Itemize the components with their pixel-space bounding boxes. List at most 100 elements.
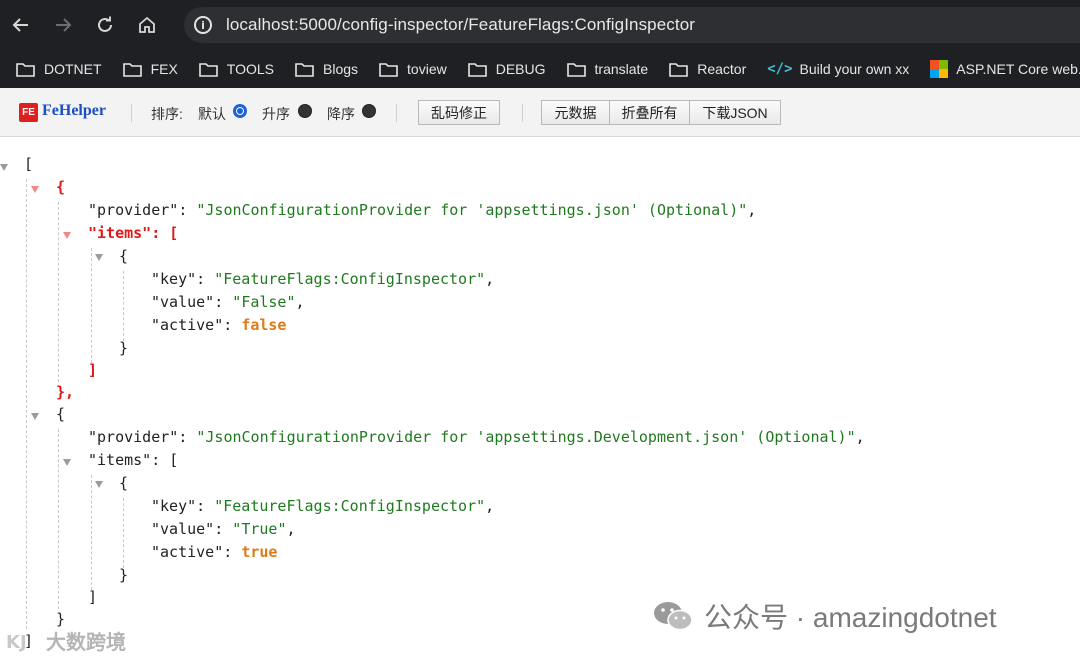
provider-value: JsonConfigurationProvider for 'appsettin… [205,201,739,219]
key-value: FeatureFlags:ConfigInspector [223,270,477,288]
json-viewer: [ { "provider": "JsonConfigurationProvid… [0,137,1080,660]
raw-data-button[interactable]: 元数据 [541,100,610,125]
toolbar-divider [522,104,523,122]
bookmark-debug[interactable]: DEBUG [467,61,546,77]
bookmark-label: Build your own xx [799,61,910,77]
json-line: ] [88,361,98,379]
folder-icon [467,62,487,77]
svg-text:KJ: KJ [6,632,27,653]
json-line: "key": "FeatureFlags:ConfigInspector", [151,497,495,515]
reload-button[interactable] [84,0,126,50]
microsoft-icon [930,60,949,78]
fehelper-toolbar: FE FeHelper 排序: 默认 升序 降序 乱码修正 元数据 折叠所有 下… [0,88,1080,137]
bookmark-label: translate [594,61,649,77]
json-line: "items": [ [88,224,179,242]
info-icon[interactable]: i [194,16,212,34]
json-line: "items": [ [88,451,179,469]
watermark-channel-text: 公众号 · amazingdotnet [704,602,997,633]
collapse-toggle-items-2[interactable] [63,459,71,466]
bookmark-blogs[interactable]: Blogs [295,61,358,77]
source-logo-icon: KJ [6,632,27,653]
fix-encoding-button[interactable]: 乱码修正 [418,100,500,125]
bookmark-reactor[interactable]: Reactor [669,61,746,77]
bookmark-label: Reactor [697,61,747,77]
indent-guide [123,271,124,341]
value-value: True [241,520,278,538]
sort-asc-label: 升序 [262,106,290,122]
bookmark-label: toview [407,61,447,77]
json-bracket: [ [24,155,34,173]
folder-icon [566,62,586,77]
bookmark-tools[interactable]: TOOLS [198,61,274,77]
json-line: "provider": "JsonConfigurationProvider f… [88,201,757,219]
back-button[interactable] [0,0,42,50]
toolbar-divider [396,104,397,122]
indent-guide [26,179,27,629]
key-value: FeatureFlags:ConfigInspector [223,497,477,515]
sort-label: 排序: [151,106,183,122]
watermark-channel: 公众号 · amazingdotnet [652,596,997,636]
json-line: "provider": "JsonConfigurationProvider f… [88,428,865,446]
toolbar-divider [131,104,132,122]
watermark-source-text: 大数跨境 [46,632,126,654]
folder-icon [669,62,689,77]
folder-icon [122,62,142,77]
home-icon [139,16,155,33]
arrow-left-icon [12,18,28,32]
sort-desc-label: 降序 [327,106,355,122]
json-line: [ [24,153,33,176]
sort-default-label: 默认 [198,106,226,122]
collapse-toggle-item-2[interactable] [95,481,103,488]
json-line: { [56,178,66,196]
active-value: false [241,316,287,334]
collapse-toggle-object-1[interactable] [31,186,39,193]
collapse-toggle-root[interactable] [0,164,8,171]
bookmark-fex[interactable]: FEX [122,61,178,77]
collapse-toggle-item-1[interactable] [95,254,103,261]
json-line: "value": "False", [151,293,305,311]
json-line: } [119,566,129,584]
indent-guide [58,429,59,609]
bookmark-build-your-own[interactable]: </> Build your own xx [767,61,909,77]
download-json-button[interactable]: 下载JSON [689,100,781,125]
bookmark-dotnet[interactable]: DOTNET [16,61,102,77]
bookmark-toview[interactable]: toview [379,61,447,77]
sort-desc-radio[interactable] [362,104,376,118]
collapse-toggle-object-2[interactable] [31,413,39,420]
bookmark-translate[interactable]: translate [566,61,649,77]
folder-icon [198,62,218,77]
home-button[interactable] [126,0,168,50]
arrow-right-icon [56,18,72,32]
json-line: "value": "True", [151,520,296,538]
folder-icon [379,62,398,77]
bookmark-label: DOTNET [44,61,102,77]
bookmark-aspnet-core[interactable]: ASP.NET Core web... [930,60,1080,78]
forward-button[interactable] [42,0,84,50]
json-line: ] [88,588,98,606]
url-text[interactable]: localhost:5000/config-inspector/FeatureF… [226,15,695,35]
bookmarks-bar: DOTNET FEX TOOLS Blogs toview DEBUG tran… [0,50,1080,88]
collapse-all-button[interactable]: 折叠所有 [609,100,690,125]
json-line: "key": "FeatureFlags:ConfigInspector", [151,270,495,288]
bookmark-label: ASP.NET Core web... [956,61,1080,77]
watermark-source: KJ 大数跨境 [6,626,126,655]
json-line: { [56,405,66,423]
address-bar[interactable]: i localhost:5000/config-inspector/Featur… [184,7,1080,43]
folder-icon [295,62,314,77]
sort-default-radio[interactable] [233,104,247,118]
reload-icon [98,16,112,32]
provider-value: JsonConfigurationProvider for 'appsettin… [205,428,847,446]
browser-toolbar: i localhost:5000/config-inspector/Featur… [0,0,1080,50]
json-line: { [119,247,129,265]
active-value: true [241,543,278,561]
json-line: "active": true [151,543,278,561]
fehelper-name: FeHelper [42,102,106,119]
json-line: "active": false [151,316,287,334]
json-line: { [119,474,129,492]
bookmark-label: DEBUG [495,61,546,77]
bookmark-label: Blogs [323,61,359,77]
sort-asc-radio[interactable] [298,104,312,118]
bookmark-label: TOOLS [226,61,274,77]
collapse-toggle-items-1[interactable] [63,232,71,239]
bookmark-label: FEX [150,61,178,77]
